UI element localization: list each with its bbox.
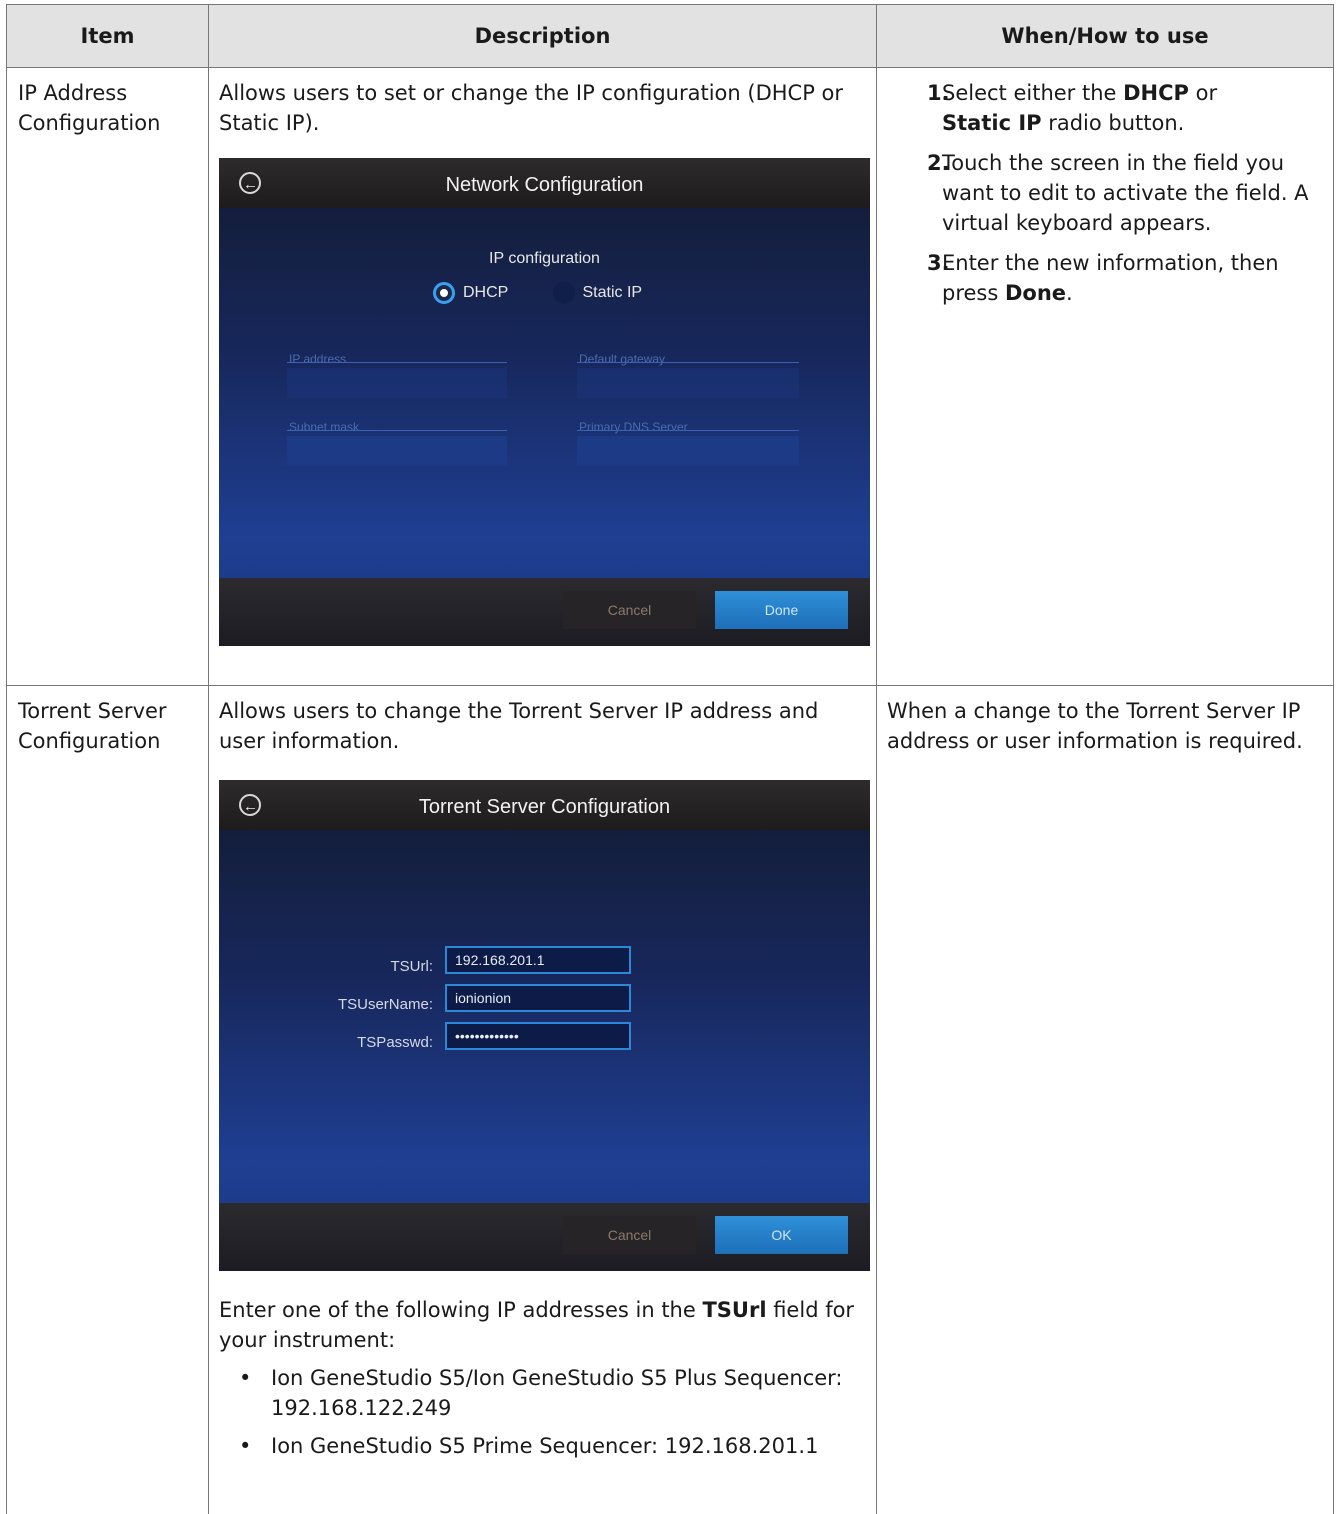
- list-item: 2.Touch the screen in the field you want…: [887, 148, 1327, 238]
- radio-selected-icon: [433, 282, 455, 304]
- primary-dns-field[interactable]: [577, 436, 799, 466]
- divider: [287, 362, 507, 363]
- ip-configuration-label: IP configuration: [219, 244, 870, 274]
- tsurl-note: Enter one of the following IP addresses …: [219, 1295, 866, 1355]
- screen-header: Network Configuration: [219, 158, 870, 208]
- ok-button[interactable]: OK: [715, 1216, 848, 1254]
- item-cell: IP Address Configuration: [7, 68, 209, 686]
- table-row: IP Address Configuration Allows users to…: [7, 68, 1334, 686]
- list-item: Ion GeneStudio S5/Ion GeneStudio S5 Plus…: [219, 1363, 866, 1423]
- divider: [577, 362, 799, 363]
- tsurl-label: TSUrl:: [303, 952, 433, 982]
- ip-mode-radio-group: DHCP Static IP: [433, 278, 642, 308]
- header-item: Item: [7, 5, 209, 68]
- ip-address-field[interactable]: [287, 368, 507, 398]
- ip-address-list: Ion GeneStudio S5/Ion GeneStudio S5 Plus…: [219, 1363, 866, 1461]
- default-gateway-field[interactable]: [577, 368, 799, 398]
- cancel-button[interactable]: Cancel: [563, 591, 696, 629]
- done-button[interactable]: Done: [715, 591, 848, 629]
- when-cell: When a change to the Torrent Server IP a…: [877, 686, 1334, 1514]
- screen-title: Network Configuration: [219, 170, 870, 200]
- info-table: Item Description When/How to use IP Addr…: [6, 4, 1334, 1514]
- tspasswd-input[interactable]: •••••••••••••: [445, 1022, 631, 1050]
- list-item: 1.Select either the DHCP or Static IP ra…: [887, 78, 1327, 138]
- screen-title: Torrent Server Configuration: [219, 792, 870, 822]
- steps-list: 1.Select either the DHCP or Static IP ra…: [887, 78, 1327, 308]
- screen-footer: Cancel Done: [219, 578, 870, 646]
- list-item: 3.Enter the new information, then press …: [887, 248, 1327, 308]
- header-description: Description: [209, 5, 877, 68]
- screen-footer: Cancel OK: [219, 1203, 870, 1271]
- tspasswd-label: TSPasswd:: [303, 1028, 433, 1058]
- description-text: Allows users to change the Torrent Serve…: [219, 696, 866, 756]
- divider: [577, 430, 799, 431]
- description-cell: Allows users to change the Torrent Serve…: [209, 686, 877, 1514]
- radio-dhcp-label: DHCP: [463, 284, 508, 301]
- radio-unselected-icon: [553, 282, 575, 304]
- screen-header: Torrent Server Configuration: [219, 780, 870, 830]
- radio-static-ip[interactable]: Static IP: [553, 284, 643, 301]
- description-cell: Allows users to set or change the IP con…: [209, 68, 877, 686]
- tsusername-label: TSUserName:: [303, 990, 433, 1020]
- list-item: Ion GeneStudio S5 Prime Sequencer: 192.1…: [219, 1431, 866, 1461]
- torrent-server-configuration-screen: Torrent Server Configuration TSUrl: 192.…: [219, 780, 870, 1271]
- when-cell: 1.Select either the DHCP or Static IP ra…: [877, 68, 1334, 686]
- cancel-button[interactable]: Cancel: [563, 1216, 696, 1254]
- network-configuration-screen: Network Configuration IP configuration D…: [219, 158, 870, 646]
- item-cell: Torrent Server Configuration: [7, 686, 209, 1514]
- subnet-mask-field[interactable]: [287, 436, 507, 466]
- table-row: Torrent Server Configuration Allows user…: [7, 686, 1334, 1514]
- header-row: Item Description When/How to use: [7, 5, 1334, 68]
- divider: [287, 430, 507, 431]
- tsusername-input[interactable]: ionionion: [445, 984, 631, 1012]
- description-text: Allows users to set or change the IP con…: [219, 78, 866, 138]
- radio-static-ip-label: Static IP: [583, 284, 643, 301]
- radio-dhcp[interactable]: DHCP: [433, 284, 508, 301]
- tsurl-input[interactable]: 192.168.201.1: [445, 946, 631, 974]
- header-when: When/How to use: [877, 5, 1334, 68]
